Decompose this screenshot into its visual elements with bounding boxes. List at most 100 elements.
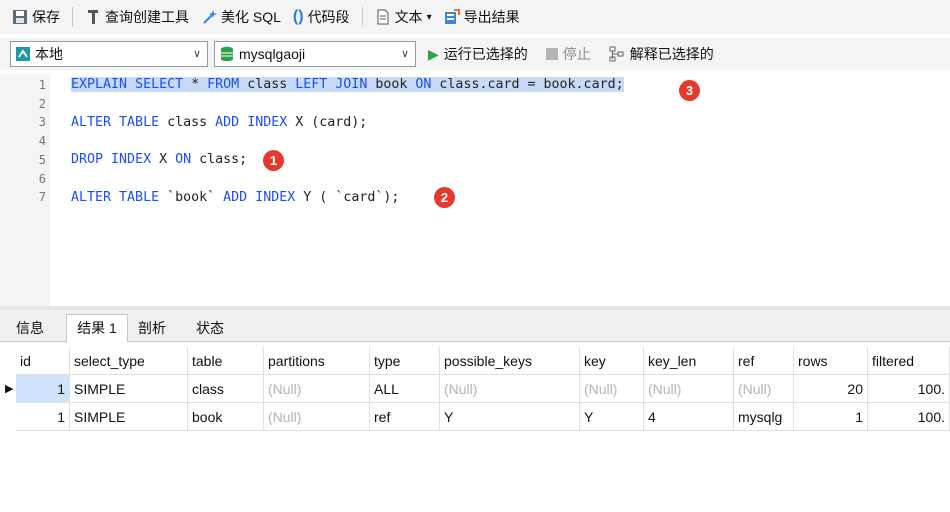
toolbar-divider: [361, 7, 363, 27]
column-header-filtered[interactable]: filtered: [868, 347, 950, 375]
sql-editor[interactable]: 1 2 3 4 5 6 7 EXPLAIN SELECT * FROM clas…: [0, 74, 950, 306]
export-results-label: 导出结果: [463, 9, 520, 25]
table-cell[interactable]: ALL: [370, 375, 440, 403]
line-number: 3: [38, 115, 46, 129]
tab-profile[interactable]: 剖析: [128, 316, 176, 342]
connection-toolbar: 本地 ∨ mysqlgaoji ∨ ▶ 运行已选择的 停止 解释已选择的: [0, 38, 950, 70]
line-number: 5: [38, 153, 46, 167]
dropdown-arrow-icon[interactable]: ▾: [427, 12, 432, 23]
query-builder-icon: [85, 9, 101, 25]
table-cell[interactable]: mysqlg: [734, 403, 794, 431]
table-cell[interactable]: 20: [794, 375, 868, 403]
save-label: 保存: [32, 9, 60, 25]
run-selected-button[interactable]: ▶ 运行已选择的: [422, 41, 534, 67]
table-cell[interactable]: Y: [580, 403, 644, 431]
code-line-7: ALTER TABLE `book` ADD INDEX Y ( `card`)…: [71, 190, 399, 205]
current-row-indicator[interactable]: ▶: [0, 375, 16, 403]
stop-button[interactable]: 停止: [540, 41, 597, 67]
annotation-badge-2: 2: [434, 187, 455, 208]
table-cell[interactable]: 100.: [868, 375, 950, 403]
explain-selected-button[interactable]: 解释已选择的: [603, 41, 720, 67]
code-line-5: DROP INDEX X ON class;: [71, 152, 247, 167]
code-text: DROP INDEX X ON class;: [71, 152, 248, 167]
code-text: ALTER TABLE `book` ADD INDEX Y ( `card`)…: [71, 190, 400, 205]
code-line-1: EXPLAIN SELECT * FROM class LEFT JOIN bo…: [71, 77, 624, 92]
column-header-ref[interactable]: ref: [734, 347, 794, 375]
code-text: EXPLAIN SELECT * FROM class LEFT JOIN bo…: [71, 77, 624, 92]
table-cell[interactable]: SIMPLE: [70, 403, 188, 431]
chevron-down-icon: ∨: [400, 48, 409, 60]
line-number: 6: [38, 172, 46, 186]
beautify-sql-label: 美化 SQL: [221, 9, 281, 25]
line-number: 4: [38, 134, 46, 148]
export-icon: [444, 9, 460, 25]
tab-info[interactable]: 信息: [6, 316, 54, 342]
beautify-sql-button[interactable]: 美化 SQL: [195, 4, 287, 30]
explain-selected-label: 解释已选择的: [629, 46, 714, 62]
column-header-id[interactable]: id: [16, 347, 70, 375]
column-header-type[interactable]: type: [370, 347, 440, 375]
stop-label: 停止: [562, 46, 591, 62]
parentheses-icon: (): [292, 8, 304, 25]
column-header-possible-keys[interactable]: possible_keys: [440, 347, 580, 375]
document-icon: [375, 9, 391, 25]
table-cell[interactable]: (Null): [440, 375, 580, 403]
table-cell[interactable]: class: [188, 375, 264, 403]
line-number: 1: [38, 78, 46, 92]
text-label: 文本: [394, 9, 423, 25]
query-builder-button[interactable]: 查询创建工具: [79, 4, 195, 30]
export-results-button[interactable]: 导出结果: [438, 4, 526, 30]
tab-status[interactable]: 状态: [186, 316, 234, 342]
table-cell[interactable]: (Null): [264, 403, 370, 431]
table-cell[interactable]: 1: [16, 375, 70, 403]
annotation-badge-1: 1: [263, 150, 284, 171]
annotation-badge-3: 3: [679, 80, 700, 101]
magic-wand-icon: [201, 9, 217, 25]
toolbar-divider: [72, 7, 73, 27]
result-tabs: 信息 结果 1 剖析 状态: [0, 310, 950, 343]
save-button[interactable]: 保存: [6, 4, 66, 30]
table-cell[interactable]: (Null): [580, 375, 644, 403]
connection-name: 本地: [35, 46, 63, 62]
result-grid: id select_type table partitions type possible…: [0, 343, 950, 512]
column-header-rows[interactable]: rows: [794, 347, 868, 375]
table-cell[interactable]: book: [188, 403, 264, 431]
table-cell[interactable]: (Null): [644, 375, 734, 403]
table-cell[interactable]: 1: [794, 403, 868, 431]
query-builder-label: 查询创建工具: [105, 9, 189, 25]
table-cell[interactable]: SIMPLE: [70, 375, 188, 403]
main-toolbar: 保存 查询创建工具 美化 SQL () 代码段 文本 ▾ 导出结果: [0, 0, 950, 34]
table-cell[interactable]: (Null): [264, 375, 370, 403]
table-cell[interactable]: 4: [644, 403, 734, 431]
column-header-key[interactable]: key: [580, 347, 644, 375]
connection-icon: [15, 46, 31, 62]
column-header-select-type[interactable]: select_type: [70, 347, 188, 375]
play-icon: ▶: [428, 45, 439, 62]
run-selected-label: 运行已选择的: [443, 46, 528, 62]
code-line-3: ALTER TABLE class ADD INDEX X (card);: [71, 115, 367, 130]
line-number: 2: [38, 97, 46, 111]
table-cell[interactable]: 100.: [868, 403, 950, 431]
table-cell[interactable]: 1: [16, 403, 70, 431]
column-header-table[interactable]: table: [188, 347, 264, 375]
code-snippet-label: 代码段: [307, 9, 350, 25]
table-cell[interactable]: (Null): [734, 375, 794, 403]
line-number-gutter: 1 2 3 4 5 6 7: [0, 74, 50, 306]
row-indicator[interactable]: [0, 403, 16, 431]
column-header-partitions[interactable]: partitions: [264, 347, 370, 375]
text-button[interactable]: 文本 ▾: [369, 4, 438, 30]
database-icon: [219, 46, 235, 62]
code-snippet-button[interactable]: () 代码段: [287, 4, 356, 30]
explain-icon: [609, 46, 625, 62]
stop-icon: [545, 48, 558, 60]
connection-select[interactable]: 本地 ∨: [10, 41, 208, 67]
table-cell[interactable]: ref: [370, 403, 440, 431]
save-icon: [12, 9, 28, 25]
database-select[interactable]: mysqlgaoji ∨: [214, 41, 416, 67]
tab-result-1[interactable]: 结果 1: [66, 314, 128, 343]
column-header-key-len[interactable]: key_len: [644, 347, 734, 375]
chevron-down-icon: ∨: [192, 48, 201, 60]
code-text: ALTER TABLE class ADD INDEX X (card);: [71, 115, 368, 130]
database-name: mysqlgaoji: [239, 46, 306, 62]
table-cell[interactable]: Y: [440, 403, 580, 431]
